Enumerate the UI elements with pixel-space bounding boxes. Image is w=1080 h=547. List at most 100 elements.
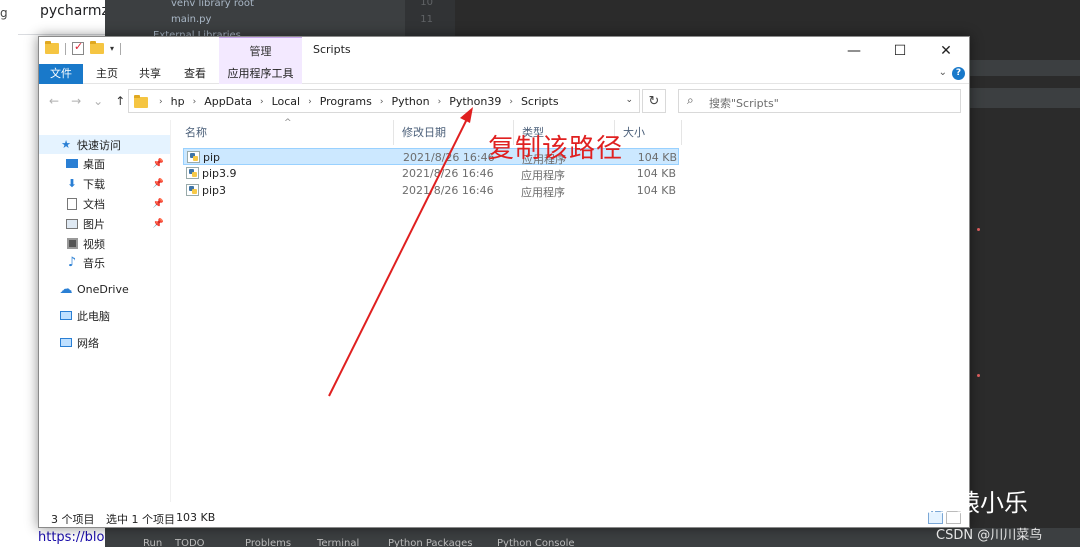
sidebar-item-downloads[interactable]: ⬇ 下载 📌 — [39, 174, 170, 193]
wechat-watermark: 程序猿小乐 — [862, 483, 1028, 518]
breadcrumb-item[interactable]: Local — [272, 95, 301, 108]
close-button[interactable]: ✕ — [923, 37, 969, 64]
ide-tab-todo[interactable]: TODO — [175, 538, 205, 547]
download-icon: ⬇ — [67, 177, 77, 190]
sidebar-item-quick-access[interactable]: ★ 快速访问 — [39, 135, 170, 154]
tab-view[interactable]: 查看 — [175, 64, 215, 84]
ide-marker-dot — [977, 228, 980, 231]
pin-icon[interactable]: 📌 — [153, 159, 164, 169]
column-header-size[interactable]: 大小 — [623, 120, 645, 145]
chevron-down-icon[interactable]: ⌄ — [625, 95, 633, 105]
tree-row-venv[interactable]: venv library root — [171, 0, 254, 9]
up-icon[interactable]: ↑ — [115, 94, 125, 108]
search-input[interactable]: ⌕ 搜索"Scripts" — [678, 89, 961, 113]
browser-url[interactable]: https://blog — [38, 530, 113, 545]
chevron-right-icon[interactable]: › — [308, 97, 312, 107]
search-icon: ⌕ — [687, 93, 694, 107]
tree-row-main[interactable]: main.py — [171, 14, 211, 25]
minimize-button[interactable]: — — [831, 37, 877, 64]
file-name: pip3 — [202, 184, 227, 197]
pin-icon[interactable]: 📌 — [153, 219, 164, 229]
ide-tab-run[interactable]: Run — [143, 538, 162, 547]
properties-icon[interactable] — [72, 40, 84, 55]
tab-home[interactable]: 主页 — [87, 64, 127, 84]
breadcrumb-item-current[interactable]: Scripts — [521, 95, 559, 108]
chevron-right-icon[interactable]: › — [159, 97, 163, 107]
browser-tab-title[interactable]: pycharmz — [40, 3, 109, 19]
sidebar-item-onedrive[interactable]: ☁ OneDrive — [39, 280, 170, 299]
wechat-icon — [862, 489, 902, 514]
forward-icon[interactable]: → — [71, 94, 81, 108]
breadcrumb-item[interactable]: hp — [171, 95, 185, 108]
ide-tab-problems[interactable]: Problems — [245, 538, 291, 547]
browser-partial-text: g — [0, 6, 8, 20]
caption-buttons: — ☐ ✕ — [831, 37, 969, 64]
chevron-right-icon[interactable]: › — [438, 97, 442, 107]
cloud-icon: ☁ — [59, 282, 73, 297]
picture-icon — [65, 218, 79, 230]
title-bar[interactable]: ▾ 管理 Scripts — ☐ ✕ — [39, 37, 969, 64]
star-icon: ★ — [61, 138, 71, 151]
file-row-pip3[interactable]: pip3 2021/8/26 16:46 应用程序 104 KB — [183, 182, 679, 199]
chevron-right-icon[interactable]: › — [193, 97, 197, 107]
sidebar-item-label: 快速访问 — [77, 138, 121, 152]
sidebar-item-videos[interactable]: 视频 — [39, 234, 170, 253]
column-header-date[interactable]: 修改日期 — [402, 120, 446, 145]
address-bar[interactable]: › hp › AppData › Local › Programs › Pyth… — [128, 89, 640, 113]
chevron-right-icon[interactable]: › — [509, 97, 513, 107]
file-row-pip3-9[interactable]: pip3.9 2021/8/26 16:46 应用程序 104 KB — [183, 165, 679, 182]
back-icon[interactable]: ← — [49, 94, 59, 108]
tab-file[interactable]: 文件 — [39, 64, 83, 84]
window-title: Scripts — [313, 43, 351, 56]
refresh-button[interactable]: ↻ — [642, 89, 666, 113]
sidebar-item-documents[interactable]: 文档 📌 — [39, 194, 170, 213]
breadcrumb-item[interactable]: AppData — [204, 95, 252, 108]
sidebar-item-label: 文档 — [83, 197, 105, 211]
tab-share[interactable]: 共享 — [130, 64, 170, 84]
file-date: 2021/8/26 16:46 — [402, 167, 494, 180]
tab-app-tools[interactable]: 应用程序工具 — [219, 64, 302, 84]
column-divider[interactable] — [393, 120, 394, 145]
pin-icon[interactable]: 📌 — [153, 199, 164, 209]
help-icon[interactable]: ? — [952, 67, 965, 80]
column-divider[interactable] — [681, 120, 682, 145]
video-icon — [65, 238, 79, 250]
breadcrumb: › hp › AppData › Local › Programs › Pyth… — [151, 95, 559, 108]
context-tab-manage[interactable]: 管理 — [219, 37, 302, 64]
sidebar-item-label: 视频 — [83, 237, 105, 251]
chevron-right-icon[interactable]: › — [380, 97, 384, 107]
refresh-icon: ↻ — [648, 93, 660, 109]
breadcrumb-item[interactable]: Programs — [320, 95, 372, 108]
ide-tab-python-console[interactable]: Python Console — [497, 538, 575, 547]
new-folder-icon[interactable] — [90, 41, 104, 54]
python-file-icon — [187, 151, 200, 163]
wechat-watermark-text: 程序猿小乐 — [908, 489, 1028, 517]
maximize-button[interactable]: ☐ — [877, 37, 923, 64]
ribbon-expand-icon[interactable]: ⌄ — [939, 67, 947, 78]
qat-dropdown-icon[interactable]: ▾ — [110, 44, 114, 53]
sidebar-item-label: 此电脑 — [77, 309, 110, 323]
selected-count: 选中 1 个项目 — [106, 513, 175, 526]
sidebar-item-music[interactable]: ♪ 音乐 — [39, 253, 170, 272]
breadcrumb-item[interactable]: Python — [391, 95, 429, 108]
sidebar-item-desktop[interactable]: 桌面 📌 — [39, 154, 170, 173]
file-size: 104 KB — [636, 184, 676, 197]
python-file-icon — [186, 184, 199, 196]
sidebar-item-pictures[interactable]: 图片 📌 — [39, 214, 170, 233]
column-header-name[interactable]: 名称 — [185, 120, 207, 145]
document-icon — [65, 197, 79, 210]
recent-locations-icon[interactable]: ⌄ — [93, 94, 103, 108]
ide-bottom-tabs: Run TODO Problems Terminal Python Packag… — [105, 528, 1080, 547]
sidebar-item-network[interactable]: 网络 — [39, 333, 170, 352]
chevron-right-icon[interactable]: › — [260, 97, 264, 107]
sidebar-item-this-pc[interactable]: 此电脑 — [39, 306, 170, 325]
desktop-icon — [65, 158, 79, 170]
file-date: 2021/8/26 16:46 — [403, 151, 495, 164]
sidebar-item-label: 图片 — [83, 217, 105, 231]
csdn-watermark: CSDN @川川菜鸟 — [936, 528, 1043, 543]
ide-tab-terminal[interactable]: Terminal — [317, 538, 359, 547]
ide-tab-python-packages[interactable]: Python Packages — [388, 538, 473, 547]
breadcrumb-item[interactable]: Python39 — [449, 95, 501, 108]
folder-icon — [45, 41, 59, 54]
pin-icon[interactable]: 📌 — [153, 179, 164, 189]
